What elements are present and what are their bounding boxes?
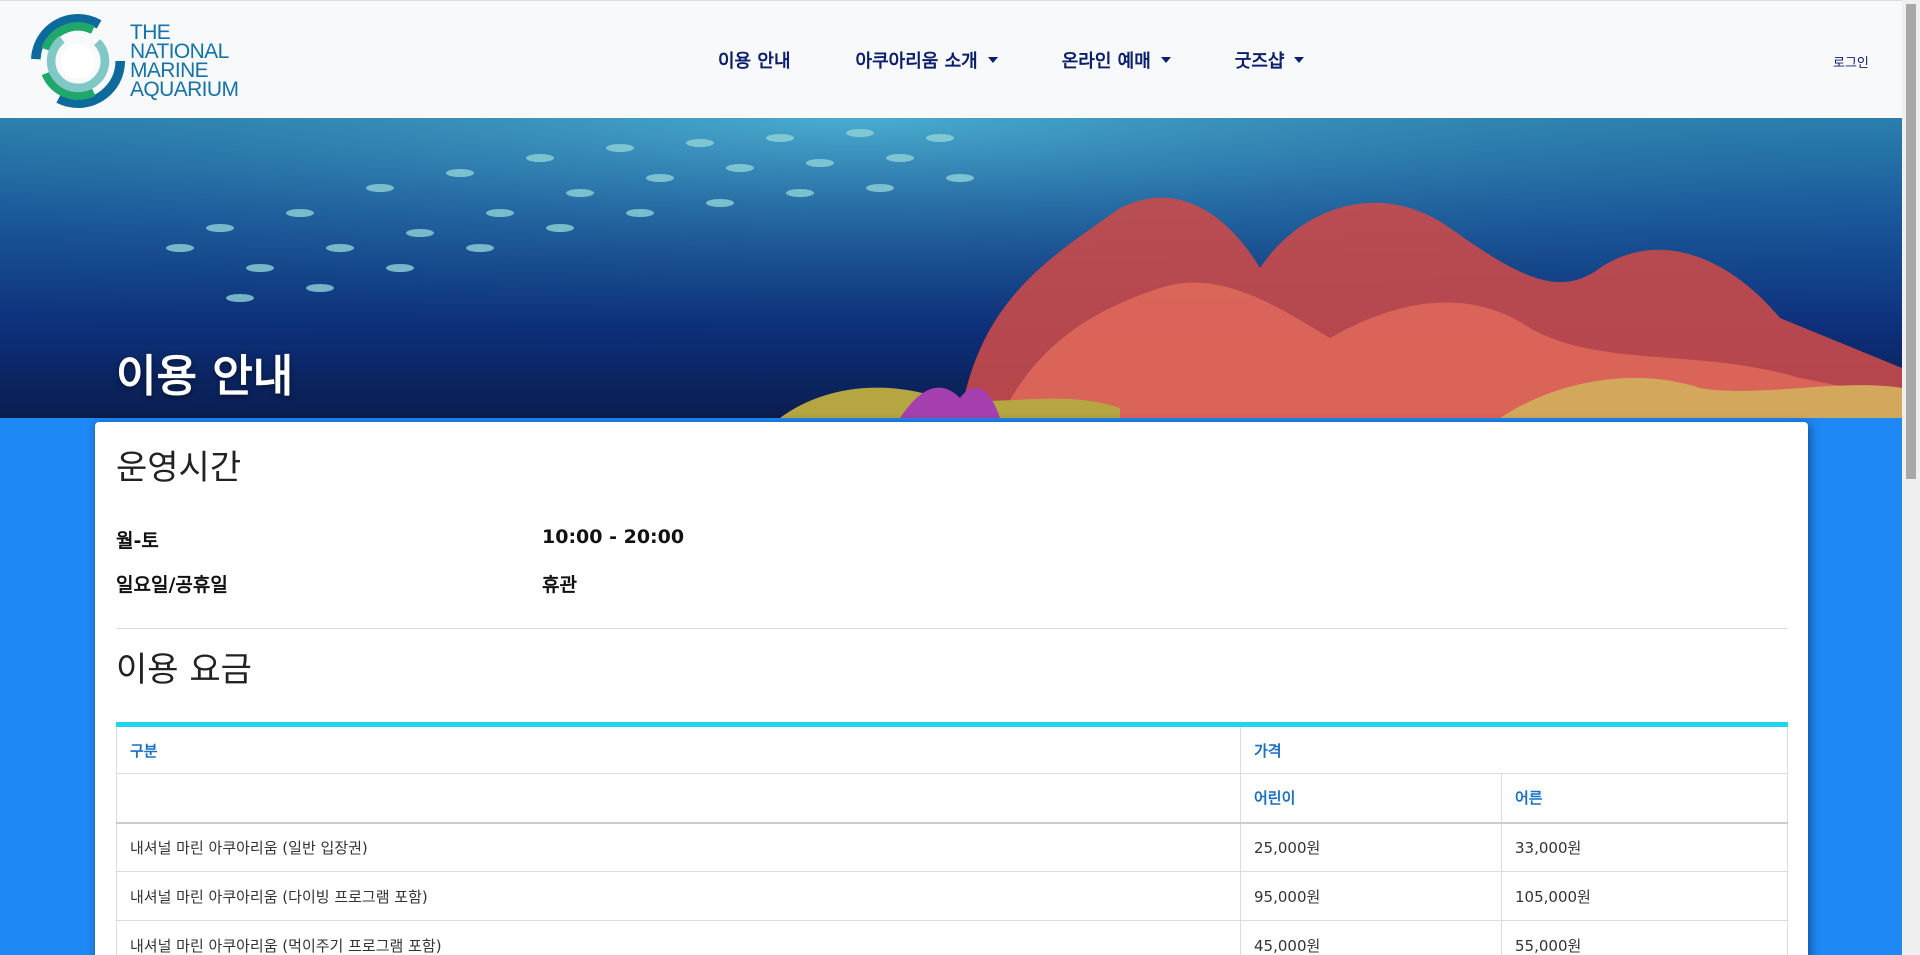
login-link[interactable]: 로그인 xyxy=(1833,52,1869,71)
table-header-row: 구분 가격 xyxy=(116,724,1788,774)
nav-item-label: 온라인 예매 xyxy=(1061,51,1151,72)
ticket-name: 내셔널 마린 아쿠아리움 (먹이주기 프로그램 포함) xyxy=(116,920,1241,955)
hero-title: 이용 안내 xyxy=(116,351,294,402)
logo-text: THE NATIONAL MARINE AQUARIUM xyxy=(130,22,239,101)
hours-row-value: 휴관 xyxy=(542,574,577,596)
table-row: 내셔널 마린 아쿠아리움 (먹이주기 프로그램 포함) 45,000원 55,0… xyxy=(116,920,1788,955)
nav-item-label: 굿즈샵 xyxy=(1234,51,1285,72)
scrollbar-thumb[interactable] xyxy=(1906,4,1916,479)
nav-item-usage-guide[interactable]: 이용 안내 xyxy=(718,47,791,73)
section-divider xyxy=(116,628,1788,629)
child-price: 45,000원 xyxy=(1240,920,1502,955)
column-header-category: 구분 xyxy=(116,724,1241,774)
column-header-empty xyxy=(116,773,1241,824)
navbar: THE NATIONAL MARINE AQUARIUM 이용 안내 아쿠아리움… xyxy=(0,0,1902,118)
caret-down-icon xyxy=(1294,57,1305,63)
pricing-table: 구분 가격 어린이 어른 내셔널 마린 아쿠아리움 (일반 입장권) 25,00… xyxy=(116,722,1788,955)
nav-item-label: 아쿠아리움 소개 xyxy=(855,51,978,72)
nav-item-label: 이용 안내 xyxy=(718,51,791,72)
column-header-child: 어린이 xyxy=(1240,773,1502,824)
child-price: 95,000원 xyxy=(1240,871,1502,921)
nav-item-online-booking[interactable]: 온라인 예매 xyxy=(1062,47,1171,73)
column-header-adult: 어른 xyxy=(1501,773,1788,824)
nav-item-aquarium-intro[interactable]: 아쿠아리움 소개 xyxy=(856,47,998,73)
table-subheader-row: 어린이 어른 xyxy=(116,773,1788,824)
hours-row-label: 월-토 xyxy=(116,530,159,552)
content-card: 운영시간 월-토 10:00 - 20:00 일요일/공휴일 휴관 이용 요금 … xyxy=(95,422,1808,955)
adult-price: 33,000원 xyxy=(1501,822,1788,872)
pricing-section-title: 이용 요금 xyxy=(116,650,252,690)
table-row: 내셔널 마린 아쿠아리움 (다이빙 프로그램 포함) 95,000원 105,0… xyxy=(116,871,1788,921)
logo-mark-icon xyxy=(30,13,126,109)
hours-row-label: 일요일/공휴일 xyxy=(116,574,228,596)
hours-section-title: 운영시간 xyxy=(116,448,242,488)
column-header-price: 가격 xyxy=(1240,724,1788,774)
caret-down-icon xyxy=(1160,57,1171,63)
adult-price: 55,000원 xyxy=(1501,920,1788,955)
hours-row-value: 10:00 - 20:00 xyxy=(542,526,685,548)
nav-item-goods-shop[interactable]: 굿즈샵 xyxy=(1235,47,1305,73)
child-price: 25,000원 xyxy=(1240,822,1502,872)
site-logo[interactable]: THE NATIONAL MARINE AQUARIUM xyxy=(30,13,245,109)
logo-line: AQUARIUM xyxy=(130,78,239,101)
page-scrollbar[interactable] xyxy=(1902,0,1920,955)
caret-down-icon xyxy=(987,57,998,63)
ticket-name: 내셔널 마린 아쿠아리움 (다이빙 프로그램 포함) xyxy=(116,871,1241,921)
main-nav: 이용 안내 아쿠아리움 소개 온라인 예매 굿즈샵 xyxy=(718,47,1305,73)
table-row: 내셔널 마린 아쿠아리움 (일반 입장권) 25,000원 33,000원 xyxy=(116,822,1788,872)
ticket-name: 내셔널 마린 아쿠아리움 (일반 입장권) xyxy=(116,822,1241,872)
adult-price: 105,000원 xyxy=(1501,871,1788,921)
hero-banner: 이용 안내 xyxy=(0,118,1902,418)
